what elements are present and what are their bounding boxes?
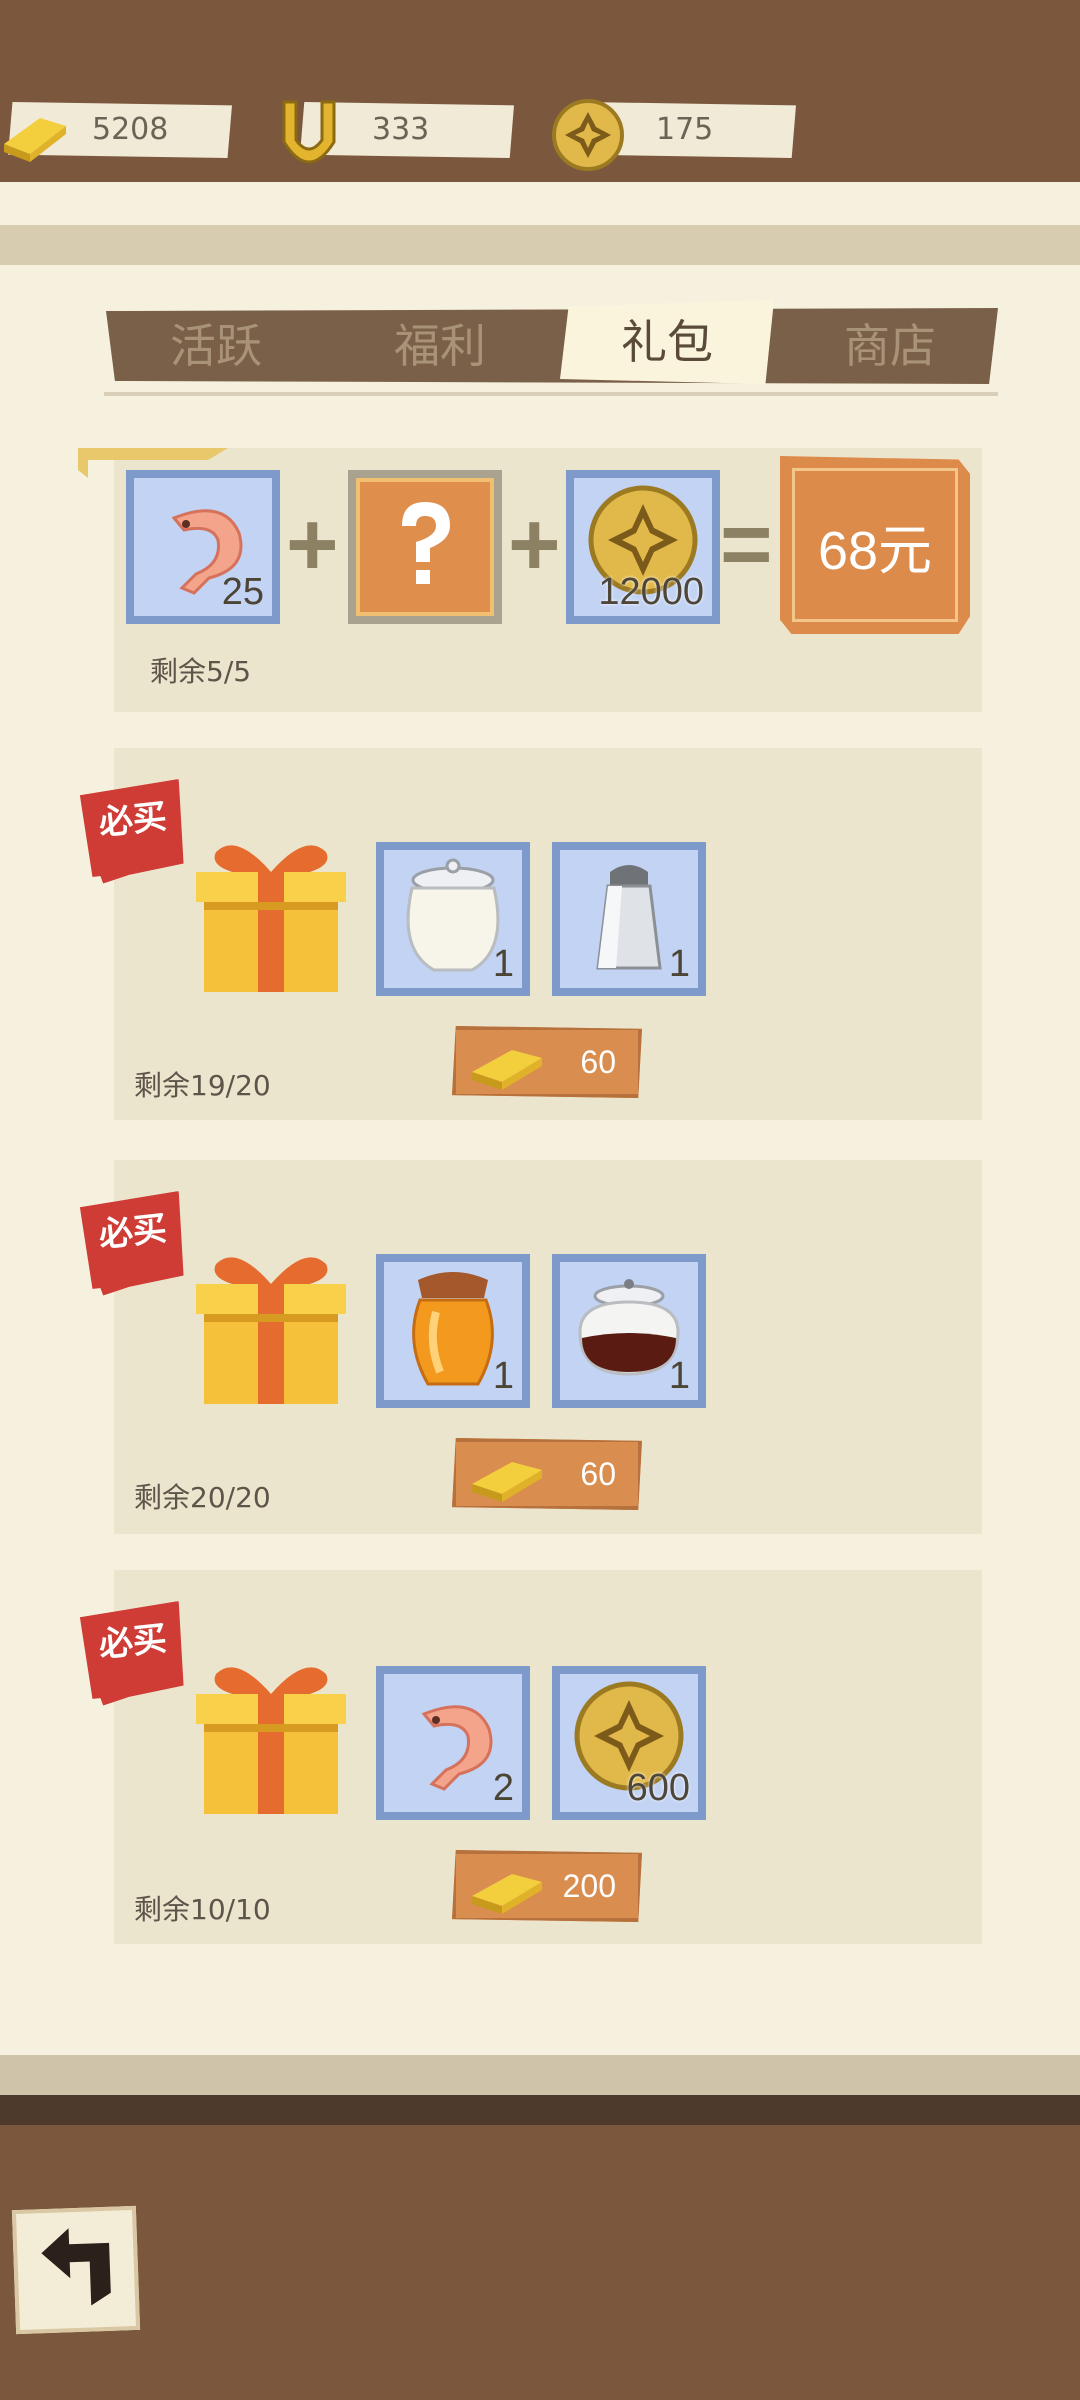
pack2-item-soy-sauce[interactable]: 1 <box>552 1254 706 1408</box>
horseshoe-amount: 333 <box>372 112 430 147</box>
plus-sign: + <box>508 495 561 595</box>
plus-sign: + <box>286 495 339 595</box>
pack3-shrimp-count: 2 <box>492 1767 514 1809</box>
coin-amount: 175 <box>656 112 714 147</box>
pack1-item-salt[interactable]: 1 <box>552 842 706 996</box>
pack2-buy-button[interactable]: 60 <box>452 1438 642 1510</box>
gold-amount: 5208 <box>92 112 169 147</box>
bundle-price-button[interactable]: 68元 <box>780 456 970 634</box>
pack3-coin-count: 600 <box>626 1767 690 1809</box>
pack3-remaining: 剩余10/10 <box>134 1893 271 1926</box>
bundle-price: 68元 <box>792 468 958 622</box>
tab-welfare[interactable]: 福利 <box>334 308 546 384</box>
bundle-item-coin[interactable]: 12000 <box>566 470 720 624</box>
pack1-item-sugar[interactable]: 1 <box>376 842 530 996</box>
gold-bar-icon <box>472 1874 542 1914</box>
gold-bar-icon <box>4 118 66 162</box>
pack3-item-coin[interactable]: 600 <box>552 1666 706 1820</box>
gold-bar-icon <box>472 1462 542 1502</box>
gift-box-icon <box>196 845 346 992</box>
pack1-buy-button[interactable]: 60 <box>452 1026 642 1098</box>
paper-bottom-edge <box>0 2055 1080 2095</box>
equals-sign: = <box>720 495 773 595</box>
pack3-buy-button[interactable]: 200 <box>452 1850 642 1922</box>
pack2-honey-count: 1 <box>492 1355 514 1397</box>
gift-box-icon <box>196 1667 346 1814</box>
back-arrow-icon <box>41 2228 111 2306</box>
pack2-item-honey[interactable]: 1 <box>376 1254 530 1408</box>
back-button[interactable] <box>11 2205 141 2335</box>
mystery-box-icon <box>402 502 450 584</box>
pack2-price: 60 <box>580 1456 616 1492</box>
horseshoe-icon <box>282 100 336 164</box>
bundle-remaining: 剩余5/5 <box>150 655 252 688</box>
bundle-item-shrimp[interactable]: 25 <box>126 470 280 624</box>
paper-top-band <box>0 225 1080 265</box>
gift-box-icon <box>196 1257 346 1404</box>
coin-icon <box>552 99 624 171</box>
pack3-price: 200 <box>562 1868 616 1904</box>
pack3-item-shrimp[interactable]: 2 <box>376 1666 530 1820</box>
tab-underline <box>104 392 998 396</box>
pack1-price: 60 <box>580 1044 616 1080</box>
tab-shop[interactable]: 商店 <box>784 308 996 384</box>
paper-shadow <box>0 2095 1080 2125</box>
pack2-remaining: 剩余20/20 <box>134 1481 271 1514</box>
bundle-coin-count: 12000 <box>598 571 704 613</box>
tab-activity[interactable]: 活跃 <box>110 308 322 384</box>
pack1-sugar-count: 1 <box>492 943 514 985</box>
pack1-remaining: 剩余19/20 <box>134 1069 271 1102</box>
gold-bar-icon <box>472 1050 542 1090</box>
tab-gift-pack[interactable]: 礼包 <box>560 300 774 384</box>
pack2-soy-count: 1 <box>668 1355 690 1397</box>
bundle-shrimp-count: 25 <box>221 571 264 613</box>
bundle-item-mystery[interactable] <box>348 470 502 624</box>
pack1-salt-count: 1 <box>668 943 690 985</box>
